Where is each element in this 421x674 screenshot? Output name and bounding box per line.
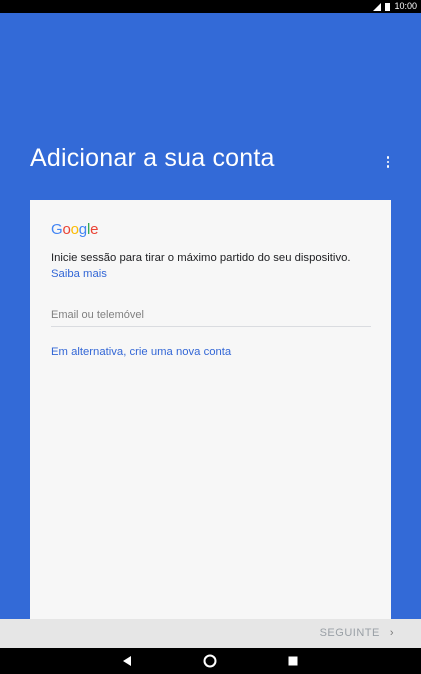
chevron-right-icon: › bbox=[389, 627, 394, 639]
back-icon[interactable] bbox=[121, 654, 135, 668]
navigation-bar bbox=[0, 648, 421, 674]
home-icon[interactable] bbox=[203, 654, 217, 668]
recents-icon[interactable] bbox=[286, 654, 300, 668]
email-field[interactable] bbox=[51, 304, 371, 327]
status-icons: 10:00 bbox=[373, 1, 417, 12]
clock: 10:00 bbox=[394, 1, 417, 11]
battery-icon bbox=[385, 2, 391, 11]
next-button[interactable]: SEGUINTE › bbox=[320, 627, 394, 639]
status-bar: 10:00 bbox=[0, 0, 421, 13]
bottom-bar: SEGUINTE › bbox=[0, 619, 421, 648]
google-logo: Google bbox=[51, 221, 99, 238]
signal-icon bbox=[373, 2, 382, 11]
create-account-link[interactable]: Em alternativa, crie uma nova conta bbox=[51, 346, 231, 358]
learn-more-link[interactable]: Saiba mais bbox=[51, 268, 107, 280]
sign-in-card: Google Inicie sessão para tirar o máximo… bbox=[30, 200, 391, 620]
next-button-label: SEGUINTE bbox=[319, 627, 380, 639]
more-options-icon[interactable] bbox=[383, 151, 393, 173]
intro-text: Inicie sessão para tirar o máximo partid… bbox=[51, 252, 351, 264]
page-title: Adicionar a sua conta bbox=[30, 144, 275, 172]
